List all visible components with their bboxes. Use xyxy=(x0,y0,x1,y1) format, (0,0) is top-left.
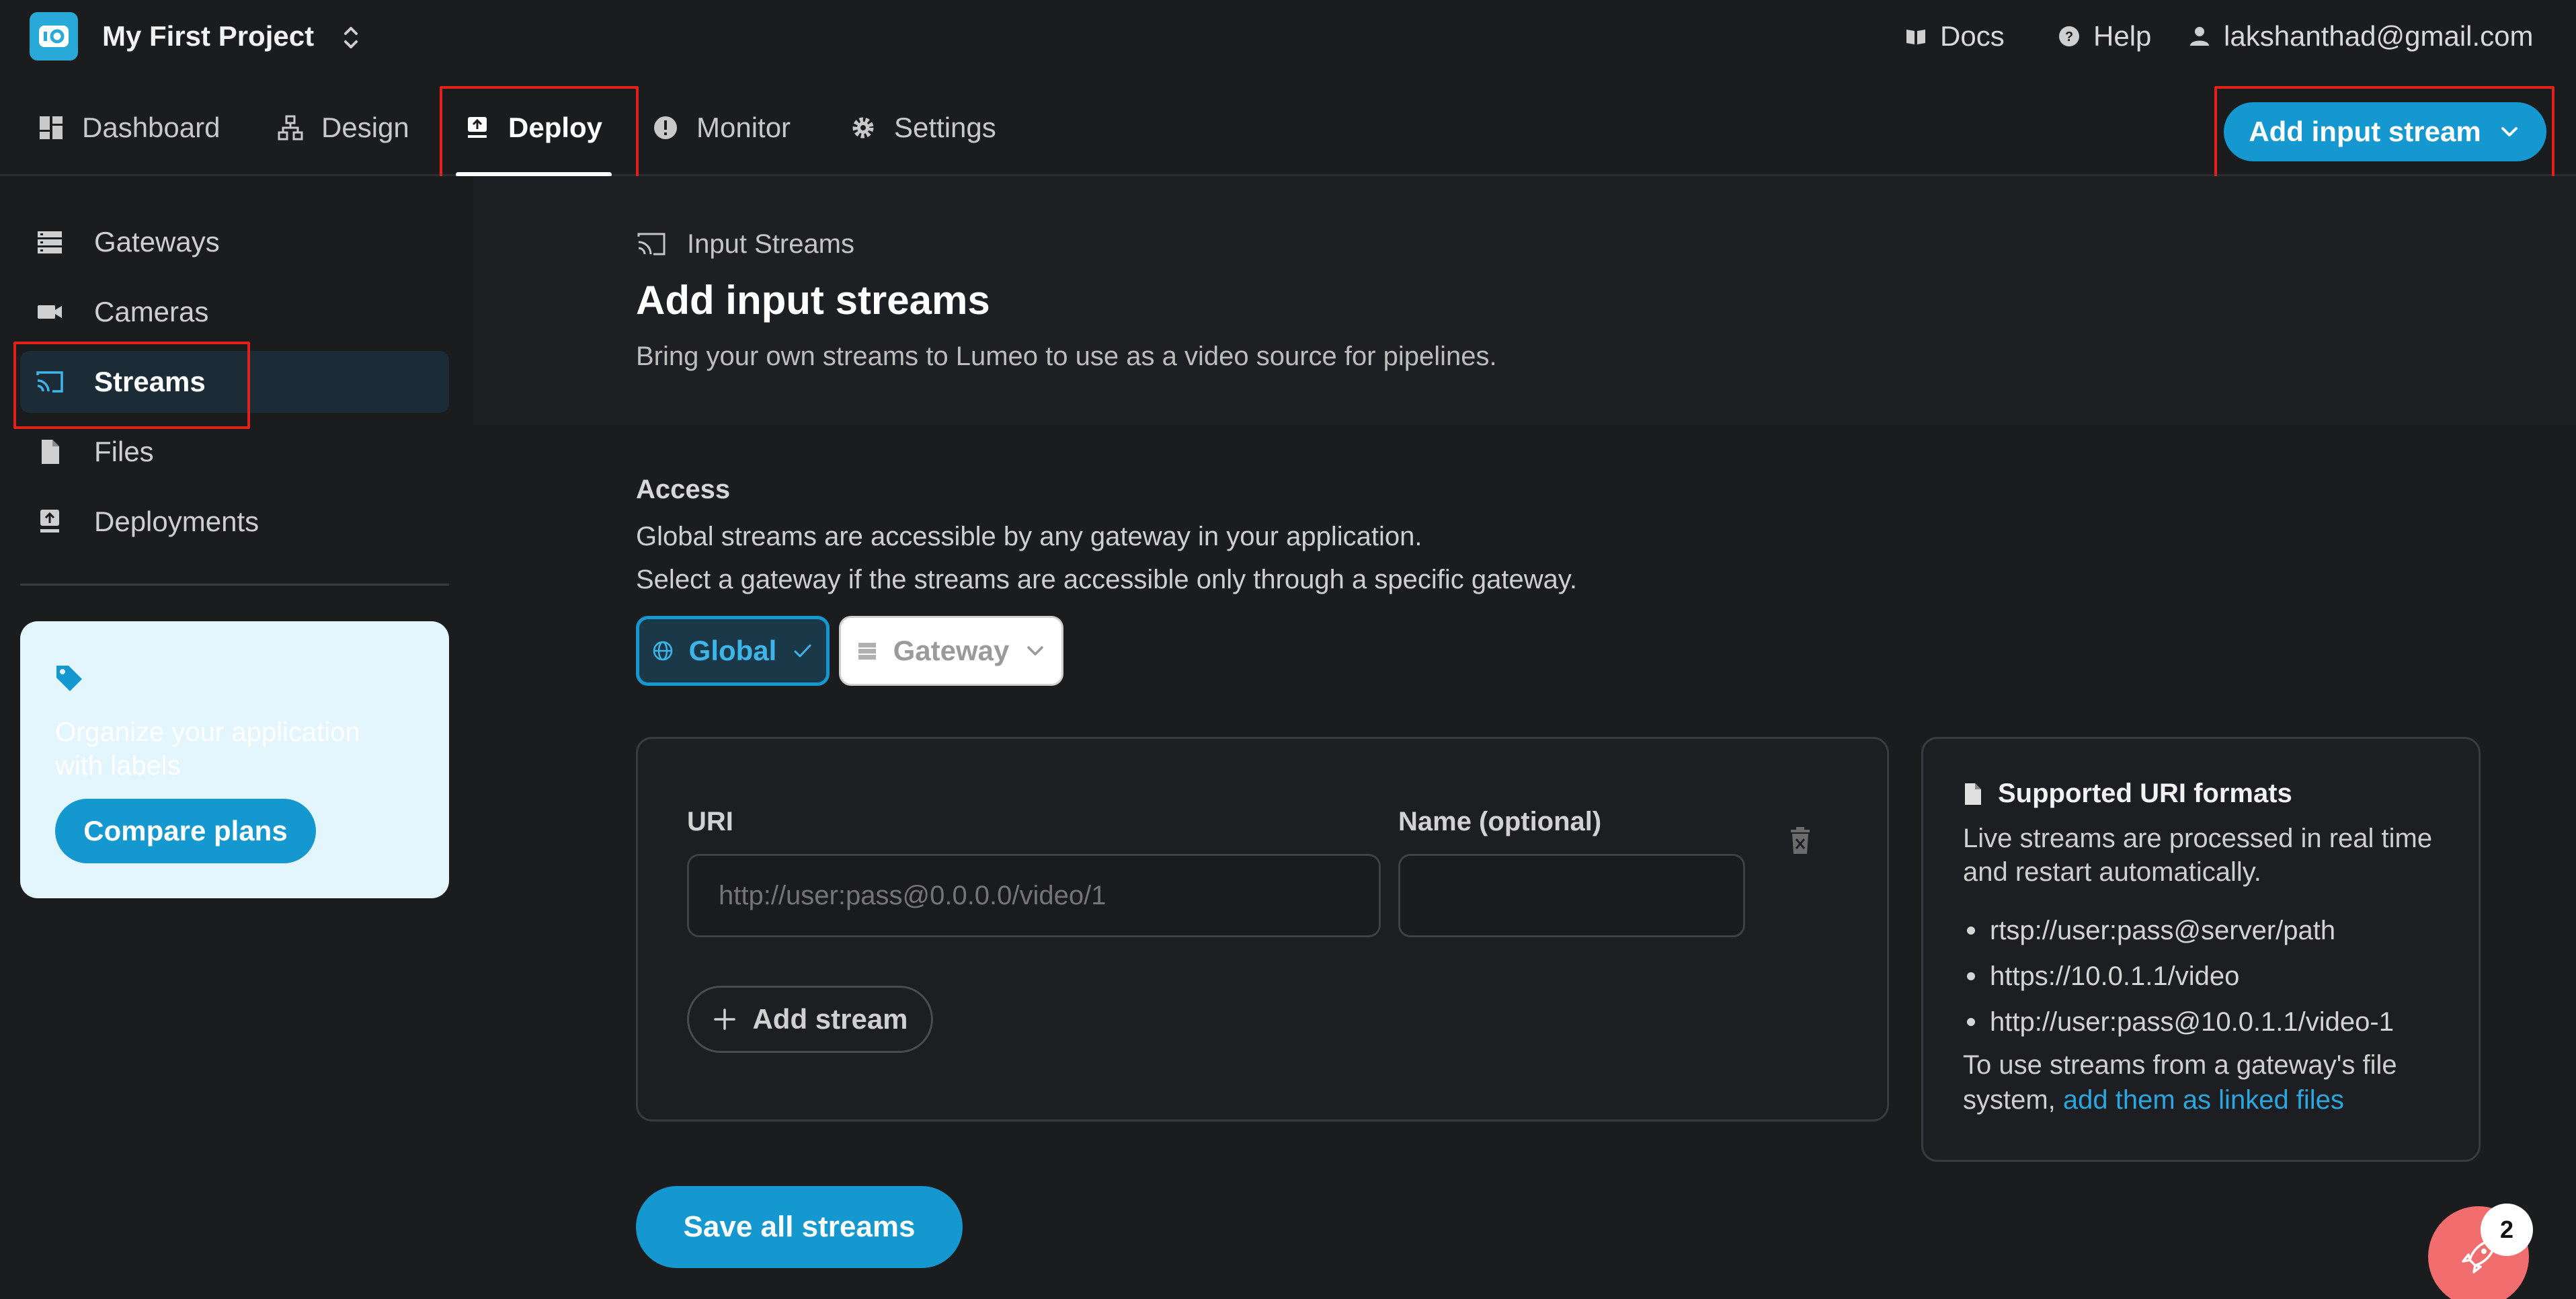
page-subtitle: Bring your own streams to Lumeo to use a… xyxy=(636,342,1497,371)
uri-formats-title: Supported URI formats xyxy=(1963,779,2292,809)
tab-design-label: Design xyxy=(321,112,409,143)
check-icon xyxy=(794,644,811,658)
gear-icon xyxy=(852,117,874,139)
uri-example: rtsp://user:pass@server/path xyxy=(1963,908,2394,953)
lumeo-logo[interactable] xyxy=(30,12,78,61)
trash-icon[interactable] xyxy=(1788,826,1812,857)
promo-text: Organize your application with labels xyxy=(55,717,360,781)
uri-input[interactable] xyxy=(687,854,1381,937)
tab-settings-label: Settings xyxy=(894,112,996,143)
uri-label: URI xyxy=(687,807,733,836)
account-menu[interactable]: lakshanthad@gmail.com xyxy=(2187,20,2534,52)
tab-monitor-label: Monitor xyxy=(696,112,791,143)
uri-formats-footer: To use streams from a gateway's file sys… xyxy=(1963,1048,2460,1117)
video-camera-icon xyxy=(38,305,62,319)
uri-formats-description: Live streams are processed in real time … xyxy=(1963,824,2433,887)
docs-label: Docs xyxy=(1940,20,2005,52)
access-description-2: Select a gateway if the streams are acce… xyxy=(636,565,1577,594)
name-input[interactable] xyxy=(1398,854,1745,937)
file-icon xyxy=(42,440,59,464)
deploy-icon xyxy=(40,510,59,533)
tab-dashboard-label: Dashboard xyxy=(82,112,220,143)
sidebar-item-gateways[interactable]: Gateways xyxy=(20,211,449,273)
add-stream-button[interactable]: Add stream xyxy=(687,986,933,1053)
tag-icon xyxy=(56,666,82,691)
chevron-down-icon xyxy=(1027,646,1044,656)
gateway-access-select[interactable]: Gateway xyxy=(839,616,1063,686)
global-access-label: Global xyxy=(688,635,777,666)
file-icon xyxy=(1965,783,1981,805)
sidebar-item-deployments-label: Deployments xyxy=(94,506,259,537)
sidebar-item-cameras-label: Cameras xyxy=(94,296,209,327)
sidebar-item-files-label: Files xyxy=(94,436,154,467)
svg-text:?: ? xyxy=(2065,30,2073,44)
highlight-add-input-stream xyxy=(2214,86,2554,186)
breadcrumb-label[interactable]: Input Streams xyxy=(687,229,854,260)
access-label: Access xyxy=(636,475,731,504)
chevron-updown-icon[interactable] xyxy=(337,20,364,54)
server-icon xyxy=(38,231,62,253)
uri-example: https://10.0.1.1/video xyxy=(1963,953,2394,999)
sidebar-divider xyxy=(20,584,449,586)
save-all-streams-button[interactable]: Save all streams xyxy=(636,1186,963,1268)
tab-settings[interactable]: Settings xyxy=(850,108,996,148)
help-label: Help xyxy=(2093,20,2152,52)
cast-icon xyxy=(637,233,666,255)
linked-files-link[interactable]: add them as linked files xyxy=(2063,1085,2344,1115)
sidebar-item-deployments[interactable]: Deployments xyxy=(20,491,449,553)
tab-design[interactable]: Design xyxy=(277,108,409,148)
notification-badge: 2 xyxy=(2481,1204,2533,1256)
breadcrumb: Input Streams xyxy=(636,229,854,260)
dashboard-icon xyxy=(40,116,63,139)
page-title: Add input streams xyxy=(636,278,990,323)
logo-icon xyxy=(39,26,69,47)
compare-plans-button[interactable]: Compare plans xyxy=(55,799,316,863)
highlight-streams-item xyxy=(13,342,250,429)
sidebar-item-gateways-label: Gateways xyxy=(94,226,220,258)
name-label: Name (optional) xyxy=(1398,807,1602,836)
add-stream-label: Add stream xyxy=(752,1003,908,1035)
uri-formats-title-text: Supported URI formats xyxy=(1998,779,2292,808)
uri-example: http://user:pass@10.0.1.1/video-1 xyxy=(1963,999,2394,1045)
globe-icon xyxy=(653,641,672,661)
plus-icon xyxy=(714,1009,736,1030)
uri-format-examples: rtsp://user:pass@server/path https://10.… xyxy=(1963,908,2394,1045)
tab-dashboard[interactable]: Dashboard xyxy=(38,108,220,148)
user-icon xyxy=(2190,27,2209,46)
sitemap-icon xyxy=(278,115,303,141)
help-circle-icon: ? xyxy=(2059,26,2079,46)
book-icon xyxy=(1906,30,1925,44)
uri-example-text: https://10.0.1.1/video xyxy=(1990,961,2240,991)
sidebar-item-files[interactable]: Files xyxy=(20,421,449,483)
project-name[interactable]: My First Project xyxy=(102,20,314,52)
gateway-access-label: Gateway xyxy=(893,635,1010,666)
account-email: lakshanthad@gmail.com xyxy=(2224,20,2534,52)
help-link[interactable]: ? Help xyxy=(2057,20,2151,52)
tab-monitor[interactable]: Monitor xyxy=(652,108,791,148)
sidebar-item-cameras[interactable]: Cameras xyxy=(20,281,449,343)
uri-example-text: http://user:pass@10.0.1.1/video-1 xyxy=(1990,1007,2394,1037)
docs-link[interactable]: Docs xyxy=(1904,20,2005,52)
server-icon xyxy=(858,643,876,660)
access-description-1: Global streams are accessible by any gat… xyxy=(636,522,1422,551)
alert-circle-icon xyxy=(654,116,677,139)
global-access-option[interactable]: Global xyxy=(636,616,830,686)
uri-example-text: rtsp://user:pass@server/path xyxy=(1990,915,2336,945)
